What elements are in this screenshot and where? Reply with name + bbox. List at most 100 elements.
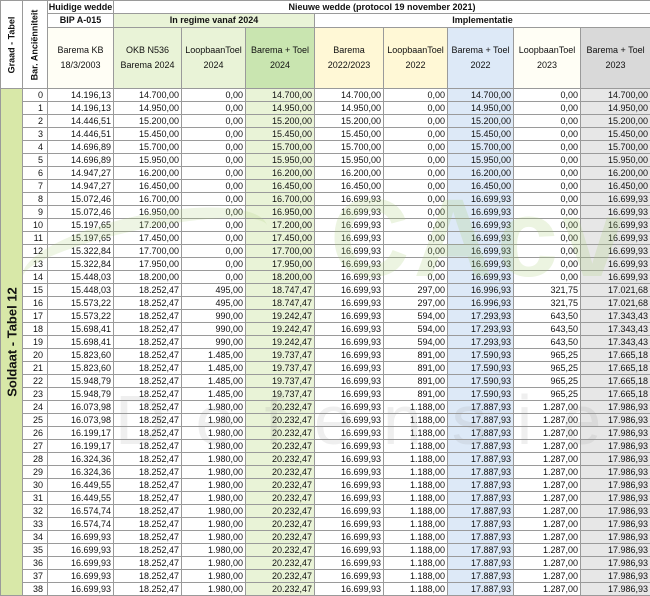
value-cell: 16.699,93 [448,258,514,271]
value-cell: 16.699,93 [315,557,384,570]
value-cell: 18.252,47 [114,310,182,323]
value-cell: 17.986,93 [581,492,650,505]
seniority-cell: 28 [23,453,48,466]
value-cell: 15.700,00 [448,141,514,154]
value-cell: 15.448,03 [48,271,114,284]
value-cell: 17.986,93 [581,401,650,414]
value-cell: 0,00 [514,245,581,258]
value-cell: 1.485,00 [182,388,246,401]
value-cell: 16.700,00 [246,193,315,206]
value-cell: 16.699,93 [315,284,384,297]
value-cell: 15.950,00 [448,154,514,167]
value-cell: 495,00 [182,297,246,310]
value-cell: 18.252,47 [114,570,182,583]
value-cell: 16.699,93 [315,206,384,219]
value-cell: 15.072,46 [48,193,114,206]
value-cell: 17.590,93 [448,388,514,401]
value-cell: 18.252,47 [114,414,182,427]
value-cell: 17.200,00 [246,219,315,232]
value-cell: 17.590,93 [448,375,514,388]
value-cell: 0,00 [182,206,246,219]
seniority-cell: 5 [23,154,48,167]
value-cell: 19.242,47 [246,336,315,349]
current-salary-header: Huidige wedde [48,1,114,14]
value-cell: 1.188,00 [384,453,448,466]
value-cell: 1.980,00 [182,557,246,570]
value-cell: 18.252,47 [114,557,182,570]
value-cell: 297,00 [384,297,448,310]
seniority-cell: 34 [23,531,48,544]
value-cell: 891,00 [384,349,448,362]
value-cell: 17.986,93 [581,505,650,518]
value-cell: 1.980,00 [182,518,246,531]
seniority-cell: 6 [23,167,48,180]
value-cell: 965,25 [514,388,581,401]
value-cell: 14.950,00 [448,102,514,115]
value-cell: 1.287,00 [514,466,581,479]
value-cell: 14.950,00 [114,102,182,115]
value-cell: 16.450,00 [315,180,384,193]
value-cell: 15.950,00 [114,154,182,167]
value-cell: 15.950,00 [581,154,650,167]
value-cell: 0,00 [182,271,246,284]
value-cell: 17.887,93 [448,544,514,557]
table-row: 414.696,8915.700,000,0015.700,0015.700,0… [1,141,650,154]
value-cell: 16.699,93 [581,258,650,271]
value-cell: 0,00 [514,128,581,141]
value-cell: 1.287,00 [514,557,581,570]
value-cell: 15.448,03 [48,284,114,297]
value-cell: 16.699,93 [315,414,384,427]
value-cell: 1.188,00 [384,531,448,544]
value-cell: 17.590,93 [448,349,514,362]
table-row: 3516.699,9318.252,471.980,0020.232,4716.… [1,544,650,557]
value-cell: 17.293,93 [448,336,514,349]
value-cell: 1.980,00 [182,401,246,414]
value-cell: 15.698,41 [48,323,114,336]
value-cell: 594,00 [384,336,448,349]
value-cell: 1.980,00 [182,570,246,583]
value-cell: 17.986,93 [581,479,650,492]
value-cell: 15.322,84 [48,245,114,258]
column-header: Barema + Toel 2022 [448,28,514,89]
table-row: 3316.574,7418.252,471.980,0020.232,4716.… [1,518,650,531]
value-cell: 16.699,93 [315,362,384,375]
value-cell: 0,00 [384,141,448,154]
value-cell: 17.986,93 [581,570,650,583]
value-cell: 990,00 [182,310,246,323]
value-cell: 16.449,55 [48,479,114,492]
value-cell: 19.242,47 [246,310,315,323]
value-cell: 15.950,00 [315,154,384,167]
value-cell: 0,00 [182,115,246,128]
value-cell: 16.450,00 [114,180,182,193]
value-cell: 1.287,00 [514,583,581,596]
value-cell: 17.590,93 [448,362,514,375]
seniority-cell: 22 [23,375,48,388]
table-row: 815.072,4616.700,000,0016.700,0016.699,9… [1,193,650,206]
value-cell: 0,00 [384,102,448,115]
value-cell: 17.887,93 [448,401,514,414]
value-cell: 17.986,93 [581,531,650,544]
value-cell: 1.980,00 [182,492,246,505]
value-cell: 1.287,00 [514,492,581,505]
value-cell: 18.252,47 [114,297,182,310]
value-cell: 16.200,00 [581,167,650,180]
value-cell: 15.450,00 [315,128,384,141]
value-cell: 17.950,00 [246,258,315,271]
value-cell: 0,00 [384,232,448,245]
value-cell: 16.699,93 [315,375,384,388]
table-row: 2916.324,3618.252,471.980,0020.232,4716.… [1,466,650,479]
seniority-cell: 21 [23,362,48,375]
table-row: 1615.573,2218.252,47495,0018.747,4716.69… [1,297,650,310]
value-cell: 17.450,00 [246,232,315,245]
value-cell: 16.574,74 [48,518,114,531]
value-cell: 1.980,00 [182,427,246,440]
value-cell: 0,00 [514,206,581,219]
value-cell: 16.699,93 [315,544,384,557]
value-cell: 16.073,98 [48,401,114,414]
value-cell: 0,00 [514,232,581,245]
value-cell: 17.887,93 [448,583,514,596]
value-cell: 16.699,93 [448,206,514,219]
value-cell: 1.188,00 [384,557,448,570]
value-cell: 0,00 [182,180,246,193]
value-cell: 0,00 [182,128,246,141]
